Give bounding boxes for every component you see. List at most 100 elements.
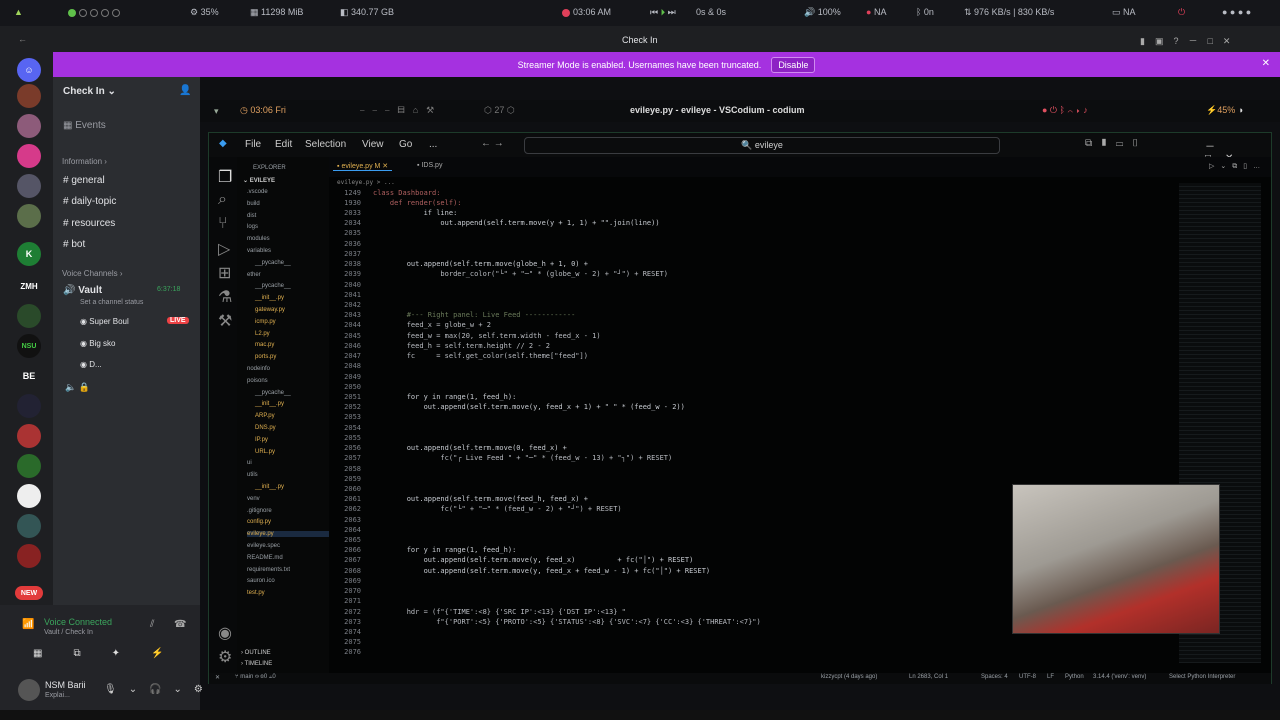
server-icon[interactable] bbox=[17, 424, 41, 448]
media-controls[interactable]: ⏮ ⏵ ⏭ bbox=[650, 7, 676, 18]
file-tree-item[interactable]: config.py bbox=[247, 519, 271, 525]
file-tree-item[interactable]: evileye.spec bbox=[247, 543, 280, 549]
git-blame[interactable]: kizzycpt (4 days ago) bbox=[821, 674, 877, 680]
volume-readout[interactable]: 🔊 100% bbox=[804, 7, 841, 18]
explorer-icon[interactable]: ❐ bbox=[218, 167, 232, 187]
server-icon[interactable] bbox=[17, 514, 41, 538]
server-icon[interactable] bbox=[17, 484, 41, 508]
debug-icon[interactable]: ▷ bbox=[218, 239, 230, 259]
file-tree-item[interactable]: __pycache__ bbox=[255, 283, 291, 289]
settings-gear-icon[interactable]: ⚙ bbox=[218, 647, 232, 667]
file-tree-item[interactable]: gateway.py bbox=[255, 307, 285, 313]
voice-channel-vault[interactable]: 🔊 Vault bbox=[63, 285, 102, 296]
titlebar-icons[interactable]: ▮▣?－□✕ bbox=[1140, 34, 1240, 47]
file-tree-item[interactable]: nodeinfo bbox=[247, 366, 270, 372]
file-tree-item[interactable]: modules bbox=[247, 236, 270, 242]
file-tree-item[interactable]: .vscode bbox=[247, 189, 268, 195]
file-tree-item[interactable]: ether bbox=[247, 272, 261, 278]
menu-more[interactable]: ... bbox=[429, 139, 437, 150]
events-item[interactable]: ▦ Events bbox=[63, 120, 106, 131]
file-tree-item[interactable]: sauron.ico bbox=[247, 578, 275, 584]
python-interpreter[interactable]: 3.14.4 ('venv': venv) bbox=[1093, 674, 1146, 680]
account-icon[interactable]: ◉ bbox=[218, 623, 232, 643]
file-tree-item[interactable]: __init__.py bbox=[255, 295, 284, 301]
command-center-search[interactable]: 🔍 evileye bbox=[524, 137, 1000, 154]
layout-icons[interactable]: ⧉▮▭▯ bbox=[1085, 138, 1147, 149]
server-icon[interactable] bbox=[17, 454, 41, 478]
editor-actions[interactable]: ▷⌄⧉▯… bbox=[1209, 162, 1266, 171]
nav-arrows-icon[interactable]: ← → bbox=[481, 138, 504, 149]
user-name[interactable]: NSM Barii bbox=[45, 680, 86, 690]
server-icon[interactable] bbox=[17, 204, 41, 228]
server-icon[interactable]: K bbox=[17, 242, 41, 266]
server-icon[interactable] bbox=[17, 304, 41, 328]
server-icon[interactable] bbox=[17, 144, 41, 168]
server-icon[interactable] bbox=[17, 394, 41, 418]
file-tree-item[interactable]: requirements.txt bbox=[247, 567, 290, 573]
tab-evileye[interactable]: ▪ evileye.py M ✕ bbox=[333, 162, 393, 171]
channel-general[interactable]: # general bbox=[63, 175, 105, 186]
file-tree-item[interactable]: DNS.py bbox=[255, 425, 276, 431]
select-interpreter[interactable]: Select Python Interpreter bbox=[1169, 674, 1235, 680]
remote-indicator-icon[interactable]: ✕ bbox=[215, 674, 220, 681]
file-tree-item[interactable]: URL.py bbox=[255, 449, 275, 455]
voice-member[interactable]: ◉ D... bbox=[80, 360, 102, 369]
menu-view[interactable]: View bbox=[362, 139, 384, 150]
outline-section[interactable]: › OUTLINE bbox=[241, 650, 271, 656]
launcher-icon[interactable]: ▲ bbox=[14, 7, 23, 17]
file-tree-item[interactable]: logs bbox=[247, 224, 258, 230]
file-tree-item[interactable]: __pycache__ bbox=[255, 260, 291, 266]
tray-icons[interactable]: ● ● ● ● bbox=[1222, 7, 1251, 17]
file-tree-item[interactable]: IP.py bbox=[255, 437, 268, 443]
eol[interactable]: LF bbox=[1047, 674, 1054, 680]
noise-suppression-icon[interactable]: ⫽ bbox=[150, 619, 154, 630]
search-icon[interactable]: ⌕ bbox=[218, 191, 227, 209]
file-tree-item[interactable]: icmp.py bbox=[255, 319, 276, 325]
category-information[interactable]: Information › bbox=[62, 157, 107, 166]
menu-selection[interactable]: Selection bbox=[305, 139, 346, 150]
language-mode[interactable]: Python bbox=[1065, 674, 1084, 680]
menu-edit[interactable]: Edit bbox=[275, 139, 292, 150]
avatar[interactable] bbox=[18, 679, 40, 701]
indentation[interactable]: Spaces: 4 bbox=[981, 674, 1008, 680]
server-be[interactable]: BE bbox=[17, 364, 41, 388]
file-tree-item[interactable]: mac.py bbox=[255, 342, 274, 348]
server-name[interactable]: Check In ⌄ bbox=[63, 86, 116, 97]
voice-connected-label[interactable]: Voice Connected bbox=[44, 617, 112, 627]
server-icon[interactable] bbox=[17, 84, 41, 108]
menu-file[interactable]: File bbox=[245, 139, 261, 150]
channel-resources[interactable]: # resources bbox=[63, 218, 115, 229]
new-badge[interactable]: NEW bbox=[15, 586, 43, 600]
file-tree-item[interactable]: venv bbox=[247, 496, 260, 502]
file-tree-item[interactable]: .gitignore bbox=[247, 508, 272, 514]
tab-ids[interactable]: ▪ IDS.py bbox=[417, 162, 442, 169]
server-zmh[interactable]: ZMH bbox=[17, 274, 41, 298]
file-tree-item[interactable]: __init__.py bbox=[255, 401, 284, 407]
server-icon[interactable] bbox=[17, 544, 41, 568]
workspace-dots[interactable] bbox=[68, 7, 123, 17]
testing-icon[interactable]: ⚗ bbox=[218, 287, 232, 307]
branch-indicator[interactable]: ⑂ main ◷ ⊗0 ⚠0 bbox=[235, 674, 276, 680]
file-tree-item[interactable]: README.md bbox=[247, 555, 283, 561]
menu-go[interactable]: Go bbox=[399, 139, 412, 150]
file-tree-item[interactable]: ports.py bbox=[255, 354, 276, 360]
cursor-position[interactable]: Ln 2683, Col 1 bbox=[909, 674, 948, 680]
disable-button[interactable]: Disable bbox=[771, 56, 816, 73]
file-tree-item[interactable]: variables bbox=[247, 248, 271, 254]
file-tree-item[interactable]: dist bbox=[247, 213, 256, 219]
channel-daily-topic[interactable]: # daily-topic bbox=[63, 196, 116, 207]
voice-action-icons[interactable]: ▦⧉✦⚡ bbox=[33, 648, 194, 659]
invite-icon[interactable]: 👤 bbox=[179, 85, 191, 96]
source-control-icon[interactable]: ⑂ bbox=[218, 215, 228, 233]
extensions-icon[interactable]: ⊞ bbox=[218, 263, 231, 283]
encoding[interactable]: UTF-8 bbox=[1019, 674, 1036, 680]
bluetooth-readout[interactable]: ᛒ 0n bbox=[916, 7, 934, 17]
file-tree-item[interactable]: poisons bbox=[247, 378, 268, 384]
menu-icon[interactable]: ▾ bbox=[214, 106, 219, 117]
file-tree-item[interactable]: evileye.py bbox=[247, 531, 335, 538]
file-tree-item[interactable]: __init__.py bbox=[255, 484, 284, 490]
file-tree-item[interactable]: utils bbox=[247, 472, 258, 478]
close-icon[interactable]: ✕ bbox=[1262, 58, 1270, 69]
file-tree-item[interactable]: __pycache__ bbox=[255, 390, 291, 396]
wm-icons[interactable]: ⎯⎯⎯▤⌂⚒ bbox=[360, 105, 442, 116]
